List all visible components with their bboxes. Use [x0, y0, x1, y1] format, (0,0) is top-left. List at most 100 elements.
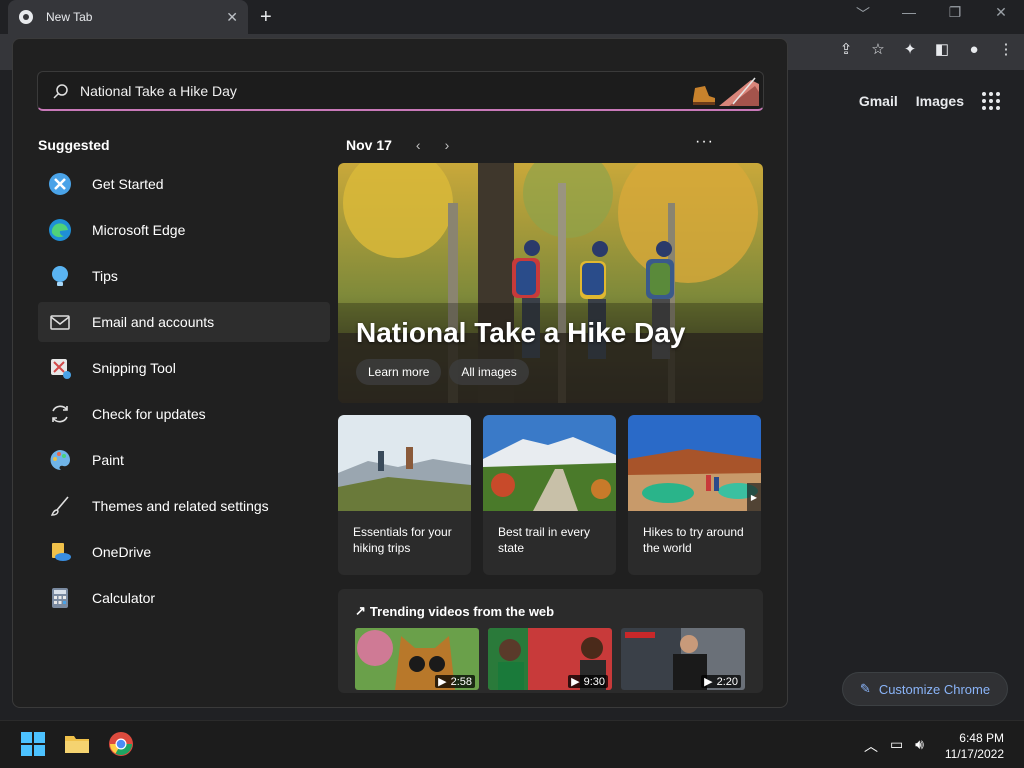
related-card-best-trail[interactable]: Best trail in every state	[483, 415, 616, 575]
bookmark-star-icon[interactable]: ☆	[870, 42, 886, 58]
system-tray: ︿ ▭ 🔊︎	[864, 736, 924, 756]
suggested-item-snipping-tool[interactable]: Snipping Tool	[38, 348, 330, 388]
mountain-trail-image	[483, 415, 616, 511]
hikers-ridge-image	[338, 415, 471, 511]
crater-lakes-image	[628, 415, 761, 511]
start-search-panel: Suggested Get Started Microsoft Edge Tip…	[12, 38, 788, 708]
chrome-icon	[19, 10, 33, 24]
chevron-up-icon[interactable]: ︿	[864, 736, 878, 756]
play-icon: ▶	[704, 676, 713, 688]
tab-close-icon[interactable]: ✕	[226, 9, 238, 26]
tips-icon	[52, 266, 68, 286]
cards-scroll-right-icon[interactable]: ▶	[747, 483, 761, 511]
related-cards: Essentials for your hiking trips Best tr…	[338, 415, 761, 575]
prev-day-button[interactable]: ‹	[416, 137, 421, 153]
suggested-heading: Suggested	[38, 137, 110, 153]
suggested-item-label: Check for updates	[92, 406, 206, 422]
toolbar-actions: ⇪ ☆ ✦ ◧ ● ⋮	[838, 42, 1014, 58]
gmail-link[interactable]: Gmail	[859, 93, 898, 109]
edge-icon	[49, 219, 71, 241]
suggested-item-calculator[interactable]: Calculator	[38, 578, 330, 618]
customize-chrome-button[interactable]: ✎ Customize Chrome	[842, 672, 1008, 706]
search-box[interactable]	[37, 71, 764, 111]
card-label: Best trail in every state	[498, 525, 591, 555]
clock[interactable]: 6:48 PM 11/17/2022	[945, 730, 1004, 762]
next-day-button[interactable]: ›	[445, 137, 450, 153]
hero-actions: Learn more All images	[356, 359, 529, 385]
chrome-taskbar-icon[interactable]	[108, 731, 134, 757]
suggested-item-microsoft-edge[interactable]: Microsoft Edge	[38, 210, 330, 250]
tab-strip: New Tab ✕ + ﹀ — ❐ ✕	[0, 0, 1024, 34]
restore-button[interactable]: ❐	[932, 4, 978, 24]
taskbar: ︿ ▭ 🔊︎ 6:48 PM 11/17/2022	[0, 720, 1024, 768]
trending-heading: ↗ Trending videos from the web	[355, 603, 554, 619]
suggested-item-onedrive[interactable]: OneDrive	[38, 532, 330, 572]
network-icon[interactable]: ▭	[890, 736, 903, 756]
video-duration: ▶ 2:58	[435, 675, 475, 688]
suggested-item-label: Themes and related settings	[92, 498, 269, 514]
suggested-list: Get Started Microsoft Edge Tips Email an…	[38, 164, 330, 624]
update-icon	[52, 405, 68, 423]
video-list: ▶ 2:58 ▶ 9:30 ▶ 2:20	[355, 628, 745, 690]
suggested-item-email-and-accounts[interactable]: Email and accounts	[38, 302, 330, 342]
windows-start-icon[interactable]	[20, 731, 46, 757]
share-icon[interactable]: ⇪	[838, 42, 854, 58]
suggested-item-themes[interactable]: Themes and related settings	[38, 486, 330, 526]
suggested-item-paint[interactable]: Paint	[38, 440, 330, 480]
related-card-hikes-world[interactable]: Hikes to try around the world ▶	[628, 415, 761, 575]
trending-videos: ↗ Trending videos from the web ▶ 2:58 ▶ …	[338, 589, 763, 693]
search-icon	[53, 83, 68, 99]
hero-card[interactable]: National Take a Hike Day Learn more All …	[338, 163, 763, 403]
suggested-item-label: Snipping Tool	[92, 360, 176, 376]
learn-more-button[interactable]: Learn more	[356, 359, 442, 385]
hiking-boot-icon	[693, 77, 759, 106]
suggested-item-label: Get Started	[92, 176, 164, 192]
video-thumbnail-1[interactable]: ▶ 2:58	[355, 628, 479, 690]
suggested-item-label: Tips	[92, 268, 118, 284]
all-images-button[interactable]: All images	[449, 359, 529, 385]
minimize-button[interactable]: —	[886, 4, 932, 24]
suggested-item-get-started[interactable]: Get Started	[38, 164, 330, 204]
video-thumbnail-2[interactable]: ▶ 9:30	[488, 628, 612, 690]
video-duration: ▶ 9:30	[568, 675, 608, 688]
customize-chrome-label: Customize Chrome	[878, 681, 991, 697]
date-label: Nov 17	[346, 137, 392, 153]
brush-icon	[50, 496, 69, 516]
hero-title: National Take a Hike Day	[356, 317, 686, 348]
file-explorer-icon[interactable]	[64, 731, 90, 757]
card-label: Essentials for your hiking trips	[353, 525, 452, 555]
video-duration: ▶ 2:20	[701, 675, 741, 688]
pencil-icon: ✎	[859, 681, 871, 696]
search-input[interactable]	[80, 82, 640, 99]
extensions-icon[interactable]: ✦	[902, 42, 918, 58]
more-options-button[interactable]: ···	[695, 133, 714, 151]
close-window-button[interactable]: ✕	[978, 4, 1024, 24]
snipping-tool-icon	[51, 359, 71, 379]
onedrive-icon	[52, 543, 71, 561]
apps-grid-icon[interactable]	[982, 92, 1000, 110]
tab-search-icon[interactable]: ﹀	[840, 4, 886, 24]
suggested-item-check-for-updates[interactable]: Check for updates	[38, 394, 330, 434]
suggested-item-tips[interactable]: Tips	[38, 256, 330, 296]
new-tab-button[interactable]: +	[260, 6, 272, 29]
trending-arrow-icon: ↗	[355, 603, 366, 618]
play-icon: ▶	[438, 676, 447, 688]
images-link[interactable]: Images	[916, 93, 964, 109]
clock-date: 11/17/2022	[944, 747, 1004, 761]
paint-icon	[50, 450, 70, 471]
tab-title: New Tab	[46, 10, 93, 24]
profile-icon[interactable]: ●	[966, 42, 982, 58]
clock-time: 6:48 PM	[959, 731, 1004, 745]
menu-icon[interactable]: ⋮	[998, 42, 1014, 58]
tab-new-tab[interactable]: New Tab ✕	[8, 0, 248, 34]
suggested-item-label: Calculator	[92, 590, 156, 606]
side-panel-icon[interactable]: ◧	[934, 42, 950, 58]
suggested-item-label: Paint	[92, 452, 124, 468]
play-icon: ▶	[571, 676, 580, 688]
window-controls: ﹀ — ❐ ✕	[840, 4, 1024, 24]
get-started-icon	[49, 173, 71, 195]
video-thumbnail-3[interactable]: ▶ 2:20	[621, 628, 745, 690]
card-label: Hikes to try around the world	[643, 525, 744, 555]
volume-icon[interactable]: 🔊︎	[915, 736, 924, 756]
related-card-essentials[interactable]: Essentials for your hiking trips	[338, 415, 471, 575]
